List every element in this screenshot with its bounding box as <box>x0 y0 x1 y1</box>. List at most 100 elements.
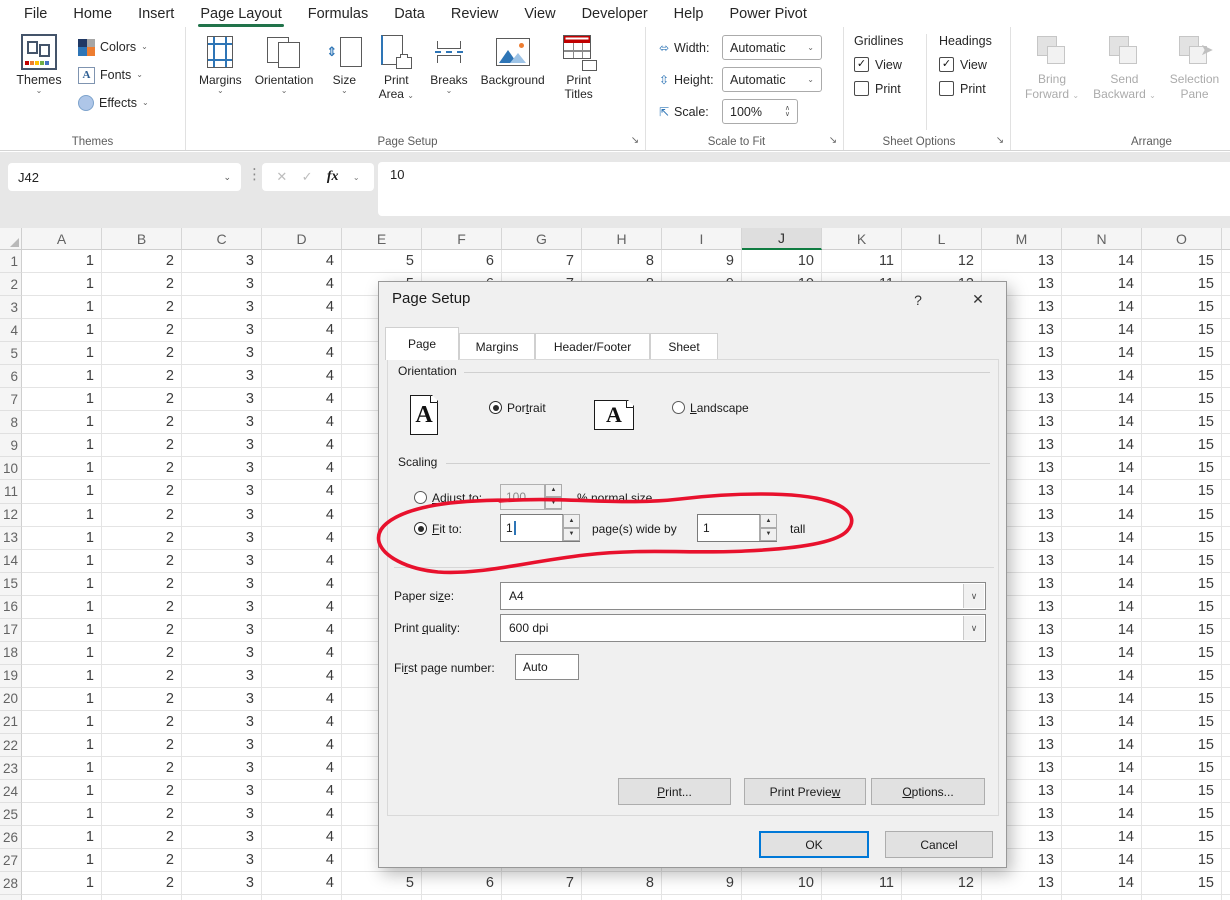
fit-to-label[interactable]: Fit to: <box>432 522 462 536</box>
row-header-10[interactable]: 10 <box>0 457 22 480</box>
cell-partial[interactable] <box>1222 273 1230 296</box>
cell-partial[interactable] <box>1222 619 1230 642</box>
cell-B24[interactable]: 2 <box>102 780 182 803</box>
paper-size-dropdown[interactable]: A4 ∨ <box>500 582 986 610</box>
cell-C24[interactable]: 3 <box>182 780 262 803</box>
cell-D29[interactable]: 4 <box>262 895 342 900</box>
print-preview-button[interactable]: Print Preview <box>744 778 866 805</box>
cell-C14[interactable]: 3 <box>182 550 262 573</box>
column-header-K[interactable]: K <box>822 228 902 250</box>
cell-C27[interactable]: 3 <box>182 849 262 872</box>
cell-B26[interactable]: 2 <box>102 826 182 849</box>
print-titles-button[interactable]: Print Titles <box>553 33 605 130</box>
cell-partial[interactable] <box>1222 803 1230 826</box>
row-header-17[interactable]: 17 <box>0 619 22 642</box>
cell-B7[interactable]: 2 <box>102 388 182 411</box>
drag-handle-icon[interactable]: ⋮ <box>247 165 262 183</box>
row-header-8[interactable]: 8 <box>0 411 22 434</box>
cell-D10[interactable]: 4 <box>262 457 342 480</box>
cell-E29[interactable]: 5 <box>342 895 422 900</box>
cell-A29[interactable]: 1 <box>22 895 102 900</box>
row-header-16[interactable]: 16 <box>0 596 22 619</box>
cell-B11[interactable]: 2 <box>102 480 182 503</box>
fonts-button[interactable]: A Fonts ⌄ <box>78 64 149 86</box>
cell-B3[interactable]: 2 <box>102 296 182 319</box>
cell-N4[interactable]: 14 <box>1062 319 1142 342</box>
cell-partial[interactable] <box>1222 388 1230 411</box>
row-header-23[interactable]: 23 <box>0 757 22 780</box>
column-header-F[interactable]: F <box>422 228 502 250</box>
cell-H28[interactable]: 8 <box>582 872 662 895</box>
cell-B16[interactable]: 2 <box>102 596 182 619</box>
cell-partial[interactable] <box>1222 688 1230 711</box>
row-header-13[interactable]: 13 <box>0 527 22 550</box>
column-header-B[interactable]: B <box>102 228 182 250</box>
column-header-N[interactable]: N <box>1062 228 1142 250</box>
cell-A17[interactable]: 1 <box>22 619 102 642</box>
cell-partial[interactable] <box>1222 895 1230 900</box>
cell-N23[interactable]: 14 <box>1062 757 1142 780</box>
cell-A21[interactable]: 1 <box>22 711 102 734</box>
cell-partial[interactable] <box>1222 550 1230 573</box>
cell-O3[interactable]: 15 <box>1142 296 1222 319</box>
cell-A23[interactable]: 1 <box>22 757 102 780</box>
row-header-22[interactable]: 22 <box>0 734 22 757</box>
cell-E1[interactable]: 5 <box>342 250 422 273</box>
cell-partial[interactable] <box>1222 250 1230 273</box>
cell-B4[interactable]: 2 <box>102 319 182 342</box>
cell-B12[interactable]: 2 <box>102 504 182 527</box>
row-header-26[interactable]: 26 <box>0 826 22 849</box>
tab-margins[interactable]: Margins <box>459 333 535 359</box>
cell-N20[interactable]: 14 <box>1062 688 1142 711</box>
cell-partial[interactable] <box>1222 365 1230 388</box>
ribbon-tab-file[interactable]: File <box>11 0 60 27</box>
cell-O11[interactable]: 15 <box>1142 480 1222 503</box>
cell-N28[interactable]: 14 <box>1062 872 1142 895</box>
cell-D14[interactable]: 4 <box>262 550 342 573</box>
effects-button[interactable]: Effects ⌄ <box>78 92 149 114</box>
size-button[interactable]: ⇕ Size ⌄ <box>321 33 367 130</box>
cell-L29[interactable]: 12 <box>902 895 982 900</box>
row-header-24[interactable]: 24 <box>0 780 22 803</box>
cell-L28[interactable]: 12 <box>902 872 982 895</box>
cell-A15[interactable]: 1 <box>22 573 102 596</box>
cell-M1[interactable]: 13 <box>982 250 1062 273</box>
cell-O14[interactable]: 15 <box>1142 550 1222 573</box>
ribbon-tab-view[interactable]: View <box>511 0 568 27</box>
column-header-L[interactable]: L <box>902 228 982 250</box>
insert-function-icon[interactable]: fx <box>327 169 339 185</box>
cell-B1[interactable]: 2 <box>102 250 182 273</box>
cell-A11[interactable]: 1 <box>22 480 102 503</box>
cell-D4[interactable]: 4 <box>262 319 342 342</box>
cell-N19[interactable]: 14 <box>1062 665 1142 688</box>
cell-O20[interactable]: 15 <box>1142 688 1222 711</box>
cell-A28[interactable]: 1 <box>22 872 102 895</box>
cell-F29[interactable]: 6 <box>422 895 502 900</box>
row-header-21[interactable]: 21 <box>0 711 22 734</box>
ribbon-tab-help[interactable]: Help <box>661 0 717 27</box>
cell-N25[interactable]: 14 <box>1062 803 1142 826</box>
ribbon-tab-data[interactable]: Data <box>381 0 438 27</box>
selection-pane-button[interactable]: ➤ Selection Pane <box>1170 34 1219 130</box>
cell-A22[interactable]: 1 <box>22 734 102 757</box>
cell-B21[interactable]: 2 <box>102 711 182 734</box>
cell-C4[interactable]: 3 <box>182 319 262 342</box>
orientation-button[interactable]: Orientation ⌄ <box>250 33 319 130</box>
cell-A27[interactable]: 1 <box>22 849 102 872</box>
cell-C29[interactable]: 3 <box>182 895 262 900</box>
name-box[interactable]: J42 ⌄ <box>8 163 241 191</box>
help-icon[interactable]: ? <box>907 289 929 311</box>
cell-B27[interactable]: 2 <box>102 849 182 872</box>
row-header-6[interactable]: 6 <box>0 365 22 388</box>
cell-D5[interactable]: 4 <box>262 342 342 365</box>
cell-partial[interactable] <box>1222 849 1230 872</box>
ribbon-tab-home[interactable]: Home <box>60 0 125 27</box>
headings-view-checkbox[interactable]: ✓ View <box>939 57 1010 72</box>
cell-O5[interactable]: 15 <box>1142 342 1222 365</box>
cell-A10[interactable]: 1 <box>22 457 102 480</box>
cell-partial[interactable] <box>1222 319 1230 342</box>
ribbon-tab-formulas[interactable]: Formulas <box>295 0 381 27</box>
cell-O9[interactable]: 15 <box>1142 434 1222 457</box>
tab-sheet[interactable]: Sheet <box>650 333 718 359</box>
cell-A12[interactable]: 1 <box>22 504 102 527</box>
